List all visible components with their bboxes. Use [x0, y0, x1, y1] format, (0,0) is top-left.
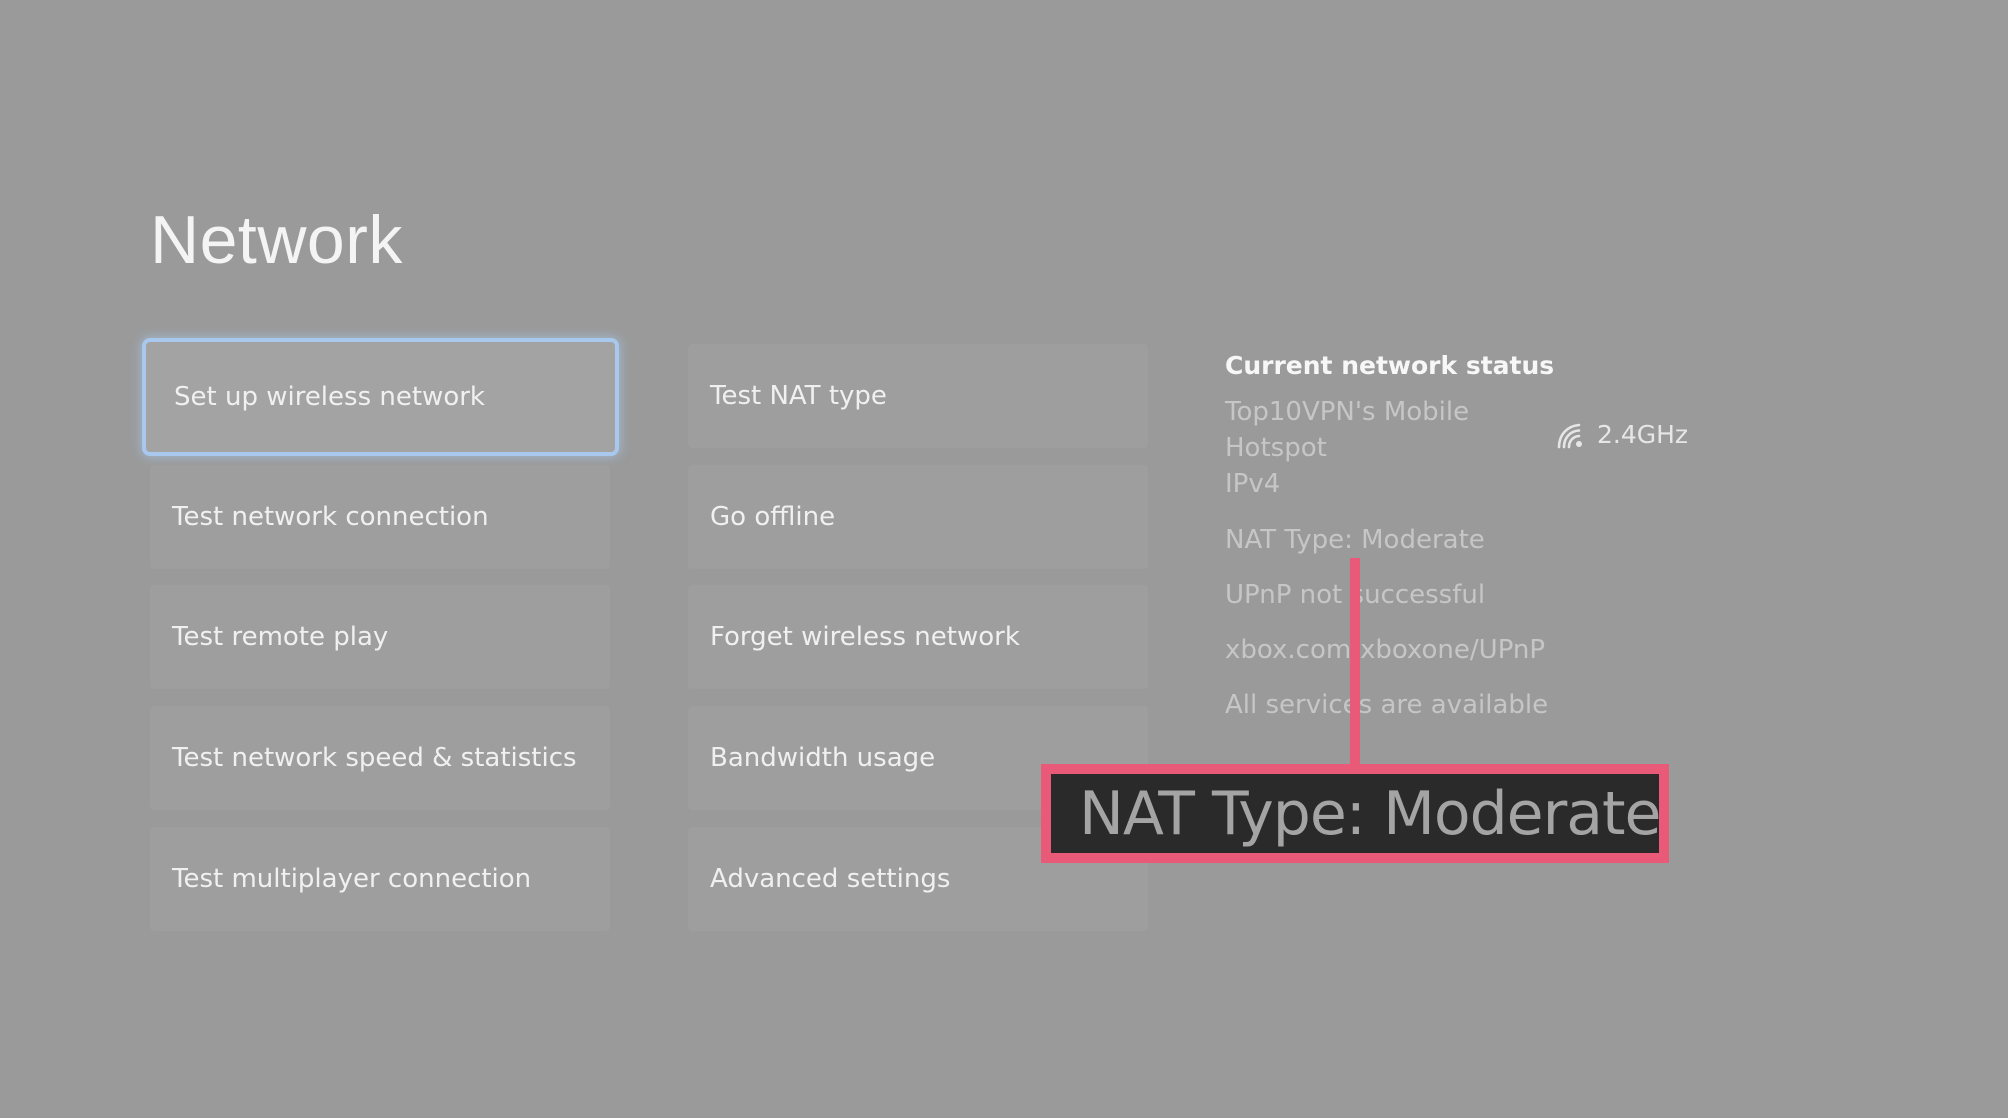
network-info: Top10VPN's Mobile Hotspot IPv4	[1225, 394, 1469, 502]
test-remote-play-button[interactable]: Test remote play	[150, 585, 610, 689]
test-network-connection-button[interactable]: Test network connection	[150, 465, 610, 569]
annotation-connector-line	[1350, 558, 1360, 768]
ip-version: IPv4	[1225, 469, 1281, 499]
tile-label: Advanced settings	[710, 864, 951, 894]
services-status: All services are available	[1225, 690, 1549, 720]
page-title: Network	[150, 202, 403, 278]
network-name-line1: Top10VPN's Mobile	[1225, 397, 1470, 427]
tile-label: Go offline	[710, 502, 836, 532]
go-offline-button[interactable]: Go offline	[688, 465, 1148, 569]
status-heading: Current network status	[1225, 351, 1555, 380]
nat-type-status: NAT Type: Moderate	[1225, 525, 1485, 555]
tile-label: Test multiplayer connection	[172, 864, 532, 894]
tile-label: Forget wireless network	[710, 622, 1020, 652]
test-network-speed-button[interactable]: Test network speed & statistics	[150, 706, 610, 810]
wifi-band: 2.4GHz	[1555, 420, 1688, 449]
tile-label: Test remote play	[172, 622, 389, 652]
tile-label: Test network connection	[172, 502, 489, 532]
callout-text: NAT Type: Moderate	[1079, 778, 1661, 849]
band-label: 2.4GHz	[1597, 420, 1689, 449]
forget-wireless-network-button[interactable]: Forget wireless network	[688, 585, 1148, 689]
upnp-help-link[interactable]: xbox.com/xboxone/UPnP	[1225, 632, 1545, 668]
test-multiplayer-connection-button[interactable]: Test multiplayer connection	[150, 827, 610, 931]
network-status-panel: Current network status Top10VPN's Mobile…	[1225, 346, 1745, 720]
tile-label: Set up wireless network	[174, 382, 485, 412]
tile-label: Bandwidth usage	[710, 743, 936, 773]
set-up-wireless-network-button[interactable]: Set up wireless network	[142, 338, 619, 456]
wifi-signal-icon	[1555, 421, 1587, 449]
network-name-line2: Hotspot	[1225, 433, 1327, 463]
tile-label: Test NAT type	[710, 381, 887, 411]
annotation-callout: NAT Type: Moderate	[1041, 764, 1669, 863]
tile-label: Test network speed & statistics	[172, 743, 577, 773]
test-nat-type-button[interactable]: Test NAT type	[688, 344, 1148, 448]
